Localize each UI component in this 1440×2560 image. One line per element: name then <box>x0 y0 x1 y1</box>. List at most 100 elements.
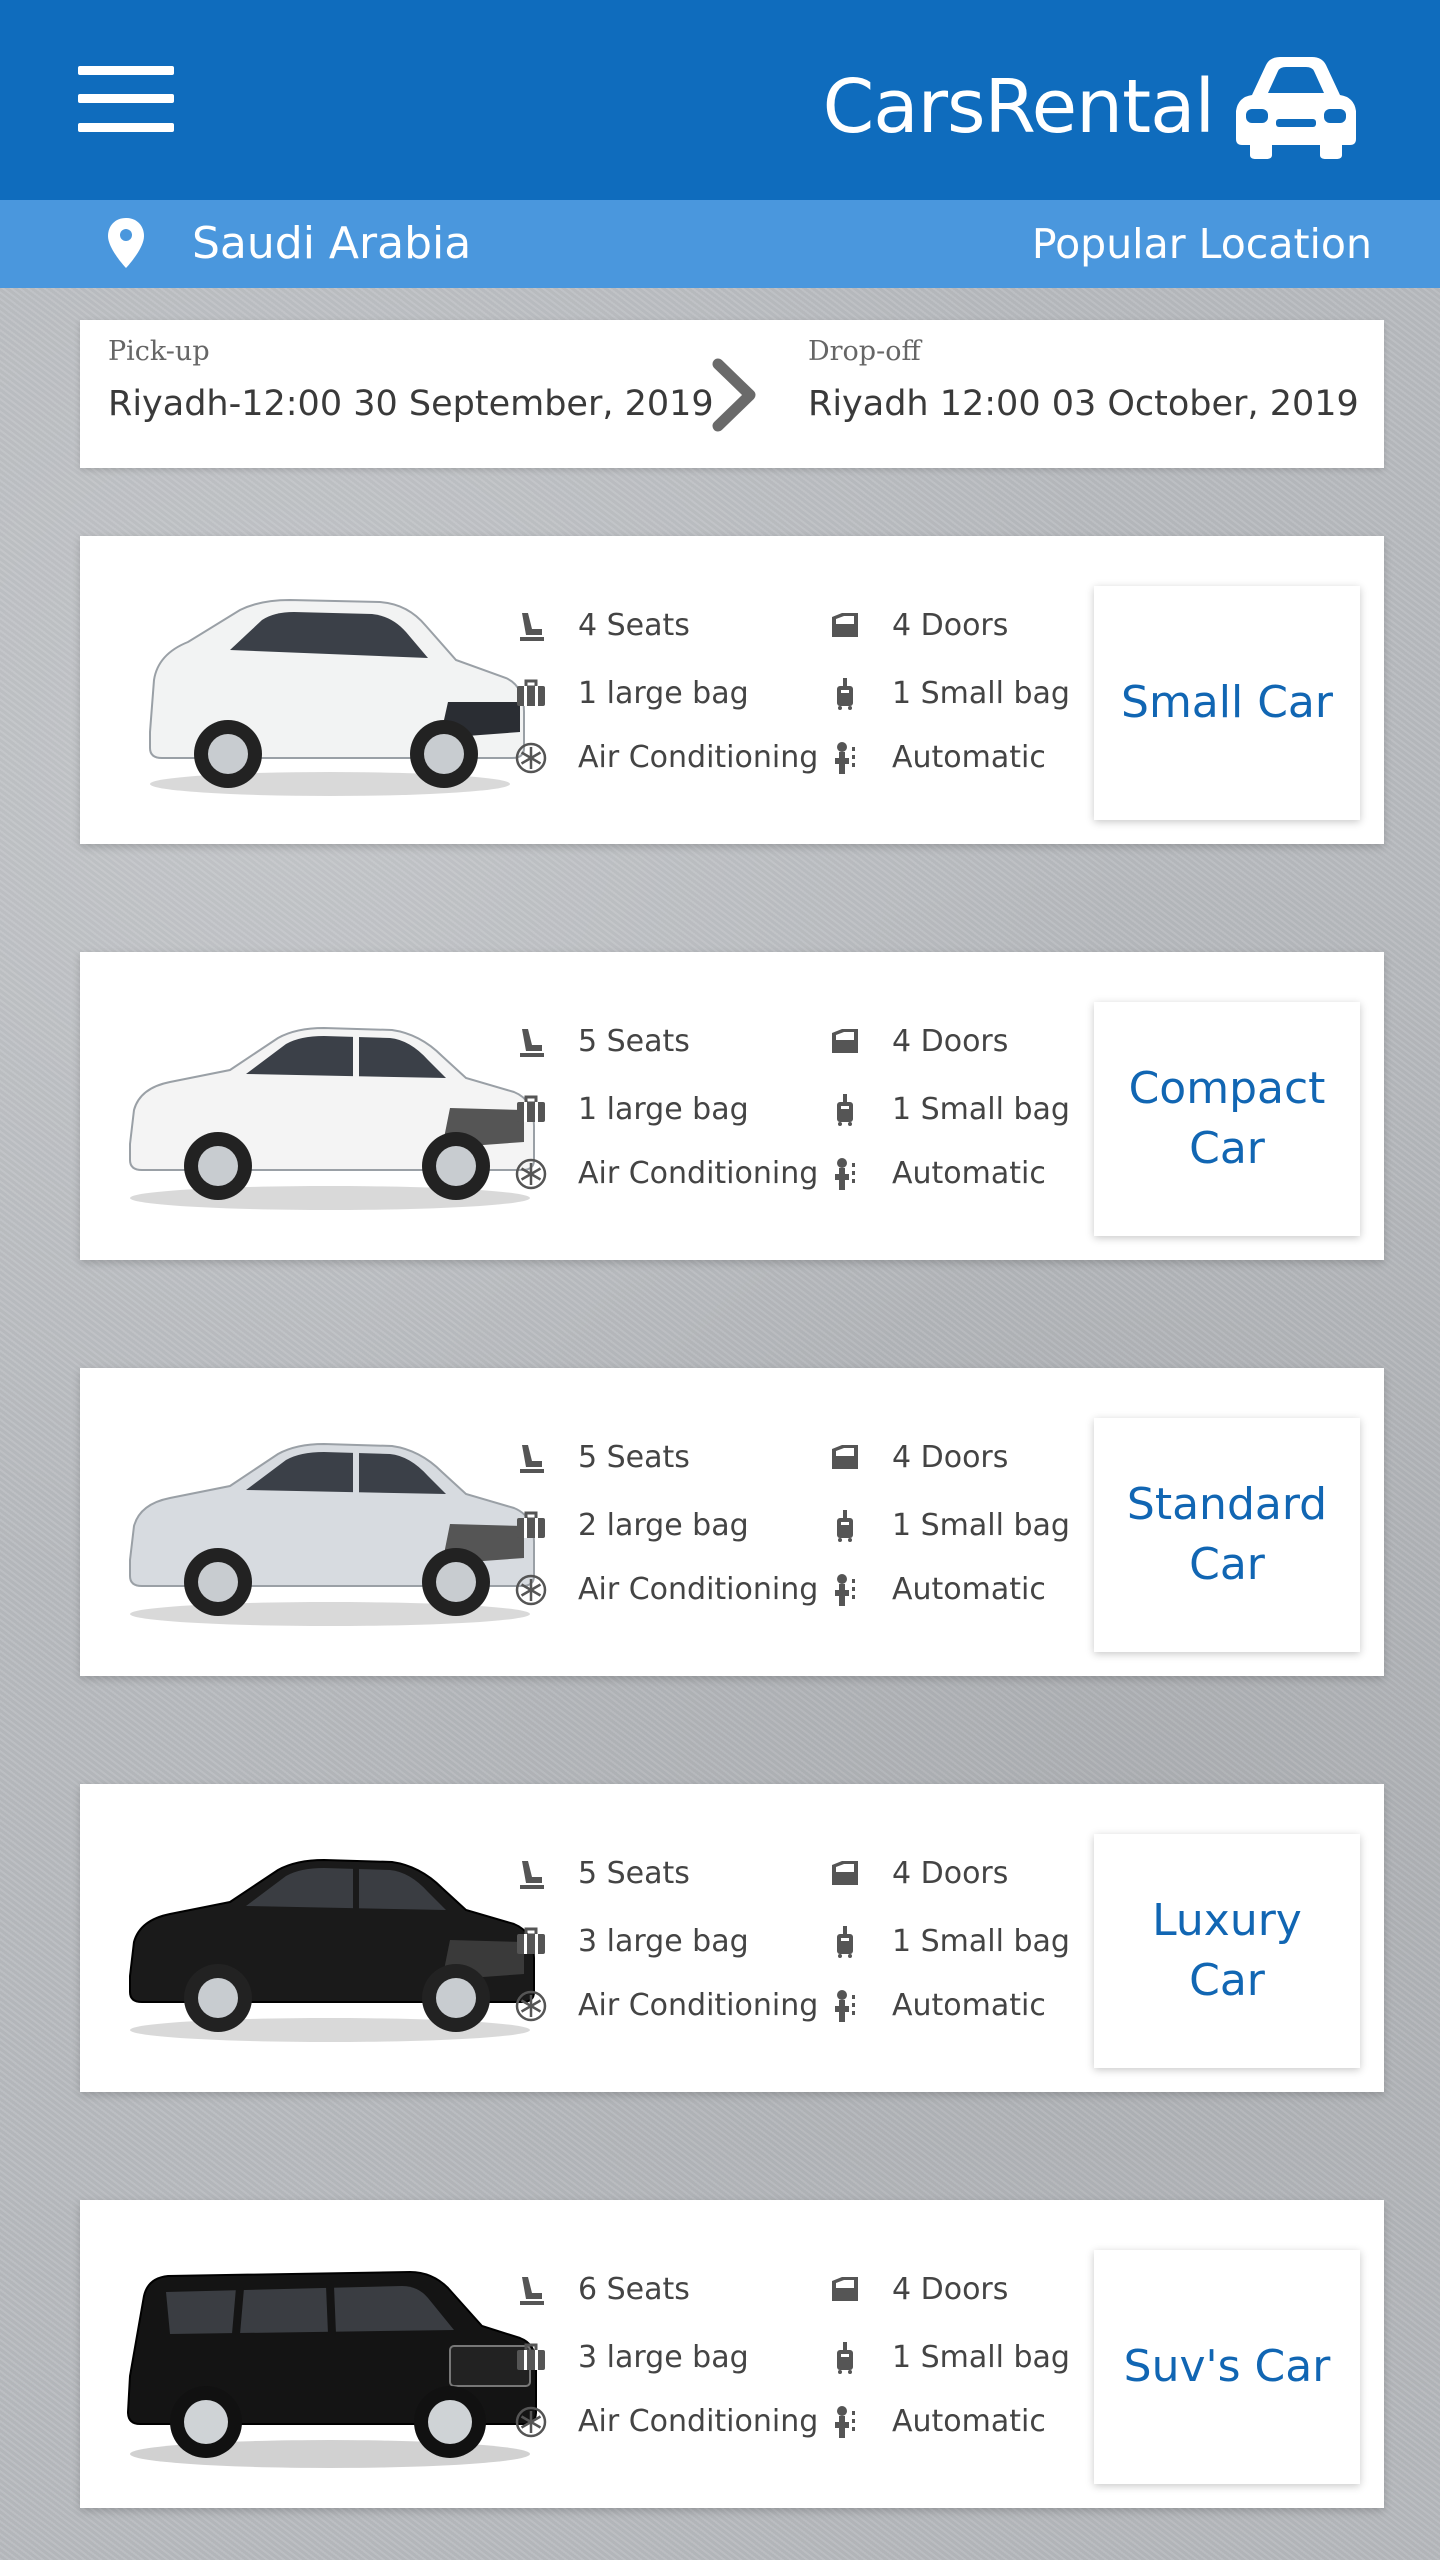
dropoff-label: Drop-off <box>808 336 921 367</box>
gear-shift-icon <box>828 1157 862 1191</box>
seat-icon <box>514 609 548 643</box>
doors-feature: 4 Doors <box>828 1440 1008 1475</box>
doors-feature-label: 4 Doors <box>892 2272 1009 2307</box>
door-icon <box>828 2273 862 2307</box>
car-card[interactable]: 6 Seats 4 Doors 3 large bag 1 Small bag Air … <box>80 2200 1384 2508</box>
brand-name: CarsRental <box>822 64 1215 150</box>
car-image <box>110 1394 550 1650</box>
snowflake-icon <box>514 1573 548 1607</box>
small-bag-icon <box>828 1509 862 1543</box>
chevron-right-icon <box>712 358 756 432</box>
air-conditioning-feature-label: Air Conditioning <box>578 740 819 775</box>
selected-country[interactable]: Saudi Arabia <box>192 218 471 269</box>
air-conditioning-feature: Air Conditioning <box>514 1156 818 1191</box>
small-bag-feature: 1 Small bag <box>828 1924 1070 1959</box>
gear-shift-icon <box>828 1989 862 2023</box>
large-bag-feature-label: 2 large bag <box>578 1508 749 1543</box>
door-icon <box>828 609 862 643</box>
transmission-feature: Automatic <box>828 1156 1046 1191</box>
snowflake-icon <box>514 1989 548 2023</box>
transmission-feature-label: Automatic <box>892 1572 1046 1607</box>
transmission-feature: Automatic <box>828 1572 1046 1607</box>
car-card[interactable]: 4 Seats 4 Doors 1 large bag 1 Small bag Air … <box>80 536 1384 844</box>
brand-logo[interactable]: CarsRental <box>823 52 1362 162</box>
car-card[interactable]: 5 Seats 4 Doors 3 large bag 1 Small bag Air … <box>80 1784 1384 2092</box>
small-bag-feature-label: 1 Small bag <box>892 2340 1070 2375</box>
seats-feature-label: 6 Seats <box>578 2272 690 2307</box>
car-category-label: Suv's Car <box>1123 2341 1331 2392</box>
location-pin-icon <box>108 218 144 268</box>
car-card[interactable]: 5 Seats 4 Doors 1 large bag 1 Small bag Air … <box>80 952 1384 1260</box>
seats-feature-label: 5 Seats <box>578 1856 690 1891</box>
transmission-feature-label: Automatic <box>892 1988 1046 2023</box>
large-bag-feature: 3 large bag <box>514 1924 749 1959</box>
car-card[interactable]: 5 Seats 4 Doors 2 large bag 1 Small bag Air … <box>80 1368 1384 1676</box>
booking-dates-card[interactable]: Pick-up Riyadh-12:00 30 September, 2019 … <box>80 320 1384 468</box>
air-conditioning-feature-label: Air Conditioning <box>578 1572 819 1607</box>
large-bag-feature: 1 large bag <box>514 1092 749 1127</box>
small-bag-icon <box>828 1925 862 1959</box>
pickup-label: Pick-up <box>108 336 210 367</box>
snowflake-icon <box>514 2405 548 2439</box>
transmission-feature: Automatic <box>828 1988 1046 2023</box>
seats-feature: 6 Seats <box>514 2272 690 2307</box>
small-bag-feature: 1 Small bag <box>828 1092 1070 1127</box>
doors-feature-label: 4 Doors <box>892 1024 1009 1059</box>
air-conditioning-feature-label: Air Conditioning <box>578 2404 819 2439</box>
car-category-label: Compact Car <box>1128 1063 1326 1174</box>
seat-icon <box>514 2273 548 2307</box>
doors-feature-label: 4 Doors <box>892 1856 1009 1891</box>
car-category-button[interactable]: Compact Car <box>1094 1002 1360 1236</box>
large-bag-feature: 1 large bag <box>514 676 749 711</box>
large-bag-feature: 2 large bag <box>514 1508 749 1543</box>
door-icon <box>828 1857 862 1891</box>
popular-location-link[interactable]: Popular Location <box>1032 220 1372 268</box>
air-conditioning-feature: Air Conditioning <box>514 740 818 775</box>
air-conditioning-feature: Air Conditioning <box>514 1572 818 1607</box>
car-image <box>110 1810 550 2066</box>
seats-feature-label: 5 Seats <box>578 1024 690 1059</box>
car-icon <box>1236 57 1356 159</box>
seats-feature: 4 Seats <box>514 608 690 643</box>
small-bag-icon <box>828 2341 862 2375</box>
doors-feature: 4 Doors <box>828 1024 1008 1059</box>
seats-feature-label: 5 Seats <box>578 1440 690 1475</box>
top-app-bar: CarsRental <box>0 0 1440 200</box>
pickup-value[interactable]: Riyadh-12:00 30 September, 2019 <box>108 384 714 424</box>
gear-shift-icon <box>828 1573 862 1607</box>
small-bag-icon <box>828 1093 862 1127</box>
large-bag-feature-label: 1 large bag <box>578 676 749 711</box>
dropoff-value[interactable]: Riyadh 12:00 03 October, 2019 <box>808 384 1359 424</box>
small-bag-feature-label: 1 Small bag <box>892 1092 1070 1127</box>
gear-shift-icon <box>828 2405 862 2439</box>
transmission-feature: Automatic <box>828 740 1046 775</box>
large-bag-feature-label: 3 large bag <box>578 2340 749 2375</box>
air-conditioning-feature: Air Conditioning <box>514 1988 818 2023</box>
seat-icon <box>514 1857 548 1891</box>
hamburger-menu-icon[interactable] <box>78 66 174 132</box>
gear-shift-icon <box>828 741 862 775</box>
transmission-feature-label: Automatic <box>892 1156 1046 1191</box>
luggage-icon <box>514 1093 548 1127</box>
luggage-icon <box>514 2341 548 2375</box>
door-icon <box>828 1025 862 1059</box>
car-category-label: Small Car <box>1121 677 1333 728</box>
doors-feature: 4 Doors <box>828 1856 1008 1891</box>
luggage-icon <box>514 1509 548 1543</box>
car-category-button[interactable]: Suv's Car <box>1094 2250 1360 2484</box>
door-icon <box>828 1441 862 1475</box>
snowflake-icon <box>514 741 548 775</box>
transmission-feature-label: Automatic <box>892 2404 1046 2439</box>
transmission-feature-label: Automatic <box>892 740 1046 775</box>
air-conditioning-feature-label: Air Conditioning <box>578 1156 819 1191</box>
car-category-button[interactable]: Standard Car <box>1094 1418 1360 1652</box>
doors-feature-label: 4 Doors <box>892 1440 1009 1475</box>
car-category-button[interactable]: Luxury Car <box>1094 1834 1360 2068</box>
car-category-button[interactable]: Small Car <box>1094 586 1360 820</box>
seats-feature: 5 Seats <box>514 1440 690 1475</box>
small-bag-feature: 1 Small bag <box>828 676 1070 711</box>
luggage-icon <box>514 1925 548 1959</box>
small-bag-feature-label: 1 Small bag <box>892 1924 1070 1959</box>
seat-icon <box>514 1025 548 1059</box>
car-image <box>110 562 550 818</box>
